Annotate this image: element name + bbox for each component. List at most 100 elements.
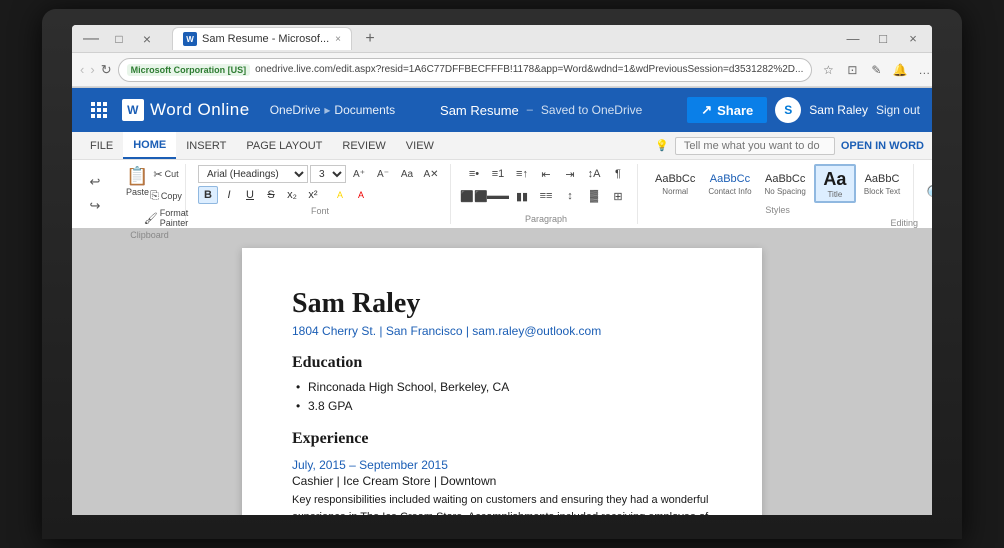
doc-edu-bullet1: Rinconada High School, Berkeley, CA [292, 378, 712, 397]
window-close-btn[interactable]: × [902, 28, 924, 50]
paragraph-group-inner: ≡• ≡1 ≡↑ ⇤ ⇥ ↕A ¶ ⬛⬛ ▬▬ ▮▮ ≡≡ [463, 164, 629, 212]
style-normal[interactable]: AaBbCc Normal [650, 169, 700, 199]
justify-button[interactable]: ≡≡ [535, 186, 557, 206]
style-nospacing-preview: AaBbCc [765, 172, 805, 187]
tab-view[interactable]: VIEW [396, 132, 444, 159]
window-maximize-btn[interactable]: □ [872, 28, 894, 50]
bookmark-button[interactable]: ☆ [818, 60, 838, 80]
share-button[interactable]: ↗ Share [687, 97, 767, 123]
find-button[interactable]: 🔍 [922, 182, 932, 206]
styles-label: Styles [650, 205, 905, 215]
address-text: onedrive.live.com/edit.aspx?resid=1A6C77… [255, 64, 803, 75]
underline-button[interactable]: U [240, 186, 260, 204]
font-group: Arial (Headings) 34 A⁺ A⁻ Aa A✕ B I U [190, 164, 451, 224]
notification-button[interactable]: 🔔 [890, 60, 910, 80]
undo-button[interactable]: ↩ [84, 171, 106, 193]
show-hide-button[interactable]: ¶ [607, 164, 629, 184]
doc-title-sep: – [527, 104, 533, 116]
font-size-select[interactable]: 34 [310, 165, 346, 183]
font-name-select[interactable]: Arial (Headings) [198, 165, 308, 183]
multilevel-button[interactable]: ≡↑ [511, 164, 533, 184]
clear-format-button[interactable]: A✕ [420, 164, 442, 184]
editing-label: Editing [890, 218, 918, 228]
decrease-font-button[interactable]: A⁻ [372, 164, 394, 184]
shading-button[interactable]: ▓ [583, 186, 605, 206]
open-in-word-button[interactable]: OPEN IN WORD [841, 140, 924, 152]
font-color-button[interactable]: A [351, 186, 371, 204]
forward-button[interactable]: › [90, 59, 94, 81]
document-page[interactable]: Sam Raley 1804 Cherry St. | San Francisc… [242, 248, 762, 515]
format-painter-icon: 🖌 [144, 212, 158, 225]
format-painter-button[interactable]: 🖌 Format Painter [155, 208, 177, 228]
minimize-button[interactable]: — [80, 28, 102, 50]
style-block-text[interactable]: AaBbC Block Text [859, 169, 905, 199]
tab-home[interactable]: HOME [123, 132, 176, 159]
border-button[interactable]: ⊞ [607, 186, 629, 206]
cut-icon: ✂ [153, 168, 162, 181]
find-icon: 🔍 [926, 184, 932, 204]
style-contact-info[interactable]: AaBbCc Contact Info [703, 169, 756, 199]
breadcrumb-home[interactable]: OneDrive [270, 103, 321, 117]
bullets-button[interactable]: ≡• [463, 164, 485, 184]
waffle-menu-button[interactable] [84, 95, 114, 125]
sort-button[interactable]: ↕A [583, 164, 605, 184]
refresh-button[interactable]: ↻ [101, 59, 112, 81]
style-title[interactable]: Aa Title [814, 164, 856, 203]
copy-button[interactable]: ⎘ Copy [155, 186, 177, 206]
edit-button[interactable]: ✎ [866, 60, 886, 80]
increase-font-button[interactable]: A⁺ [348, 164, 370, 184]
highlight-button[interactable]: A [330, 186, 350, 204]
new-tab-button[interactable]: + [358, 27, 382, 51]
copy-icon: ⎘ [150, 190, 159, 203]
redo-button[interactable]: ↪ [84, 195, 106, 217]
align-center-button[interactable]: ▬▬ [487, 186, 509, 206]
cut-button[interactable]: ✂ Cut [155, 164, 177, 184]
back-button[interactable]: ‹ [80, 59, 84, 81]
browser-titlebar: — □ × W Sam Resume - Microsof... × + — □… [72, 25, 932, 53]
more-button[interactable]: … [914, 60, 932, 80]
paragraph-label: Paragraph [463, 214, 629, 224]
line-spacing-button[interactable]: ↕ [559, 186, 581, 206]
italic-button[interactable]: I [219, 186, 239, 204]
tab-file[interactable]: FILE [80, 132, 123, 159]
tab-review[interactable]: REVIEW [332, 132, 395, 159]
tab-page-layout[interactable]: PAGE LAYOUT [236, 132, 332, 159]
settings-button[interactable]: ⊡ [842, 60, 862, 80]
window-minimize-btn[interactable]: — [842, 28, 864, 50]
cut-copy-format-group: ✂ Cut ⎘ Copy 🖌 Format Painter [155, 164, 177, 228]
decrease-indent-button[interactable]: ⇤ [535, 164, 557, 184]
doc-title[interactable]: Sam Resume [440, 103, 519, 118]
user-name: Sam Raley [809, 103, 868, 117]
bold-button[interactable]: B [198, 186, 218, 204]
skype-button[interactable]: S [775, 97, 801, 123]
align-right-button[interactable]: ▮▮ [511, 186, 533, 206]
subscript-button[interactable]: x₂ [282, 186, 302, 204]
breadcrumb-folder[interactable]: Documents [334, 103, 395, 117]
paste-icon: 📋 [126, 166, 148, 187]
paste-button[interactable]: 📋 Paste [122, 164, 153, 199]
maximize-button[interactable]: □ [108, 28, 130, 50]
strikethrough-button[interactable]: S [261, 186, 281, 204]
increase-indent-button[interactable]: ⇥ [559, 164, 581, 184]
style-contact-label: Contact Info [708, 187, 751, 196]
numbering-button[interactable]: ≡1 [487, 164, 509, 184]
style-title-label: Title [827, 190, 842, 199]
browser-tab[interactable]: W Sam Resume - Microsof... × [172, 27, 352, 50]
sign-out-button[interactable]: Sign out [876, 103, 920, 117]
address-bar[interactable]: Microsoft Corporation [US] onedrive.live… [118, 58, 813, 82]
tell-me-input[interactable] [675, 137, 835, 155]
undo-redo-group: ↩ ↪ [80, 164, 110, 224]
ribbon-content: ↩ ↪ 📋 Paste ✂ Cut ⎘ [72, 160, 932, 228]
clipboard-group: 📋 Paste ✂ Cut ⎘ Copy 🖌 [114, 164, 186, 224]
change-case-button[interactable]: Aa [396, 164, 418, 184]
cut-label: Cut [165, 169, 179, 179]
tab-insert[interactable]: INSERT [176, 132, 236, 159]
align-left-button[interactable]: ⬛⬛ [463, 186, 485, 206]
doc-experience-title: Experience [292, 430, 712, 448]
tab-close-button[interactable]: × [335, 34, 341, 45]
superscript-button[interactable]: x² [303, 186, 323, 204]
doc-contact-info: 1804 Cherry St. | San Francisco | sam.ra… [292, 324, 712, 338]
style-no-spacing[interactable]: AaBbCc No Spacing [760, 169, 811, 199]
close-button[interactable]: × [136, 28, 158, 50]
search-group: 🔍 [918, 164, 932, 224]
